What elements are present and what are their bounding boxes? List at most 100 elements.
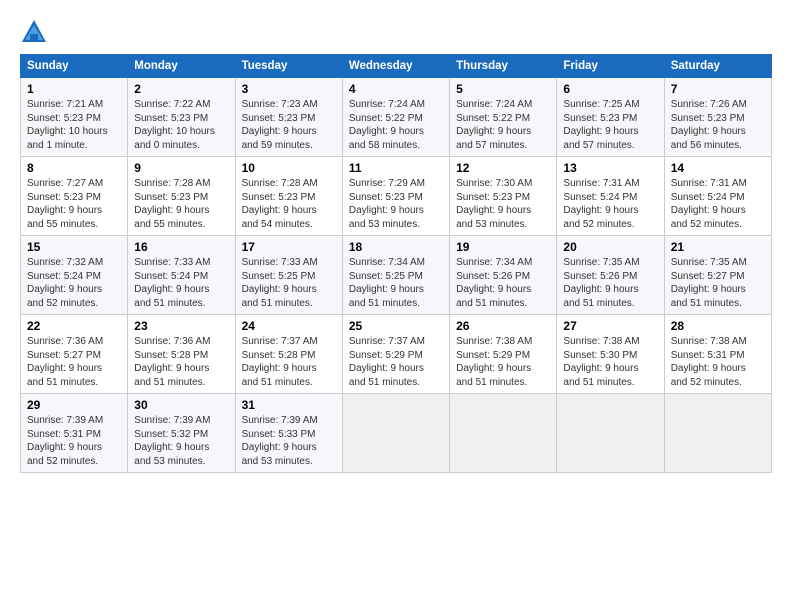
day-number: 6 xyxy=(563,82,657,96)
day-number: 12 xyxy=(456,161,550,175)
day-number: 2 xyxy=(134,82,228,96)
day-number: 7 xyxy=(671,82,765,96)
week-row-4: 22 Sunrise: 7:36 AM Sunset: 5:27 PM Dayli… xyxy=(21,315,772,394)
cell-text: Sunrise: 7:31 AM Sunset: 5:24 PM Dayligh… xyxy=(563,177,657,231)
calendar-table: SundayMondayTuesdayWednesdayThursdayFrid… xyxy=(20,54,772,473)
calendar-header: SundayMondayTuesdayWednesdayThursdayFrid… xyxy=(21,55,772,78)
calendar-cell: 3 Sunrise: 7:23 AM Sunset: 5:23 PM Daylig… xyxy=(235,78,342,157)
day-number: 15 xyxy=(27,240,121,254)
cell-text: Sunrise: 7:33 AM Sunset: 5:25 PM Dayligh… xyxy=(242,256,336,310)
calendar-cell: 24Sunrise: 7:37 AM Sunset: 5:28 PM Dayli… xyxy=(235,315,342,394)
calendar-cell: 6 Sunrise: 7:25 AM Sunset: 5:23 PM Daylig… xyxy=(557,78,664,157)
calendar-cell: 1 Sunrise: 7:21 AM Sunset: 5:23 PM Daylig… xyxy=(21,78,128,157)
calendar-cell: 20 Sunrise: 7:35 AM Sunset: 5:26 PM Dayli… xyxy=(557,236,664,315)
cell-text: Sunrise: 7:38 AM Sunset: 5:29 PM Dayligh… xyxy=(456,335,550,389)
day-number: 5 xyxy=(456,82,550,96)
cell-text: Sunrise: 7:35 AM Sunset: 5:26 PM Dayligh… xyxy=(563,256,657,310)
calendar-cell: 8 Sunrise: 7:27 AM Sunset: 5:23 PM Daylig… xyxy=(21,157,128,236)
day-number: 26 xyxy=(456,319,550,333)
cell-text: Sunrise: 7:38 AM Sunset: 5:31 PM Dayligh… xyxy=(671,335,765,389)
day-number: 10 xyxy=(242,161,336,175)
cell-text: Sunrise: 7:22 AM Sunset: 5:23 PM Dayligh… xyxy=(134,98,228,152)
day-number: 13 xyxy=(563,161,657,175)
calendar-cell: 16Sunrise: 7:33 AM Sunset: 5:24 PM Dayli… xyxy=(128,236,235,315)
calendar-cell xyxy=(557,394,664,473)
calendar-cell: 15Sunrise: 7:32 AM Sunset: 5:24 PM Dayli… xyxy=(21,236,128,315)
cell-text: Sunrise: 7:36 AM Sunset: 5:27 PM Dayligh… xyxy=(27,335,121,389)
week-row-5: 29Sunrise: 7:39 AM Sunset: 5:31 PM Dayli… xyxy=(21,394,772,473)
page: SundayMondayTuesdayWednesdayThursdayFrid… xyxy=(0,0,792,483)
cell-text: Sunrise: 7:23 AM Sunset: 5:23 PM Dayligh… xyxy=(242,98,336,152)
day-number: 4 xyxy=(349,82,443,96)
cell-text: Sunrise: 7:25 AM Sunset: 5:23 PM Dayligh… xyxy=(563,98,657,152)
day-number: 19 xyxy=(456,240,550,254)
calendar-cell: 11 Sunrise: 7:29 AM Sunset: 5:23 PM Dayli… xyxy=(342,157,449,236)
calendar-cell: 29Sunrise: 7:39 AM Sunset: 5:31 PM Dayli… xyxy=(21,394,128,473)
calendar-cell: 4 Sunrise: 7:24 AM Sunset: 5:22 PM Daylig… xyxy=(342,78,449,157)
cell-text: Sunrise: 7:39 AM Sunset: 5:32 PM Dayligh… xyxy=(134,414,228,468)
day-number: 21 xyxy=(671,240,765,254)
cell-text: Sunrise: 7:34 AM Sunset: 5:26 PM Dayligh… xyxy=(456,256,550,310)
header-day-monday: Monday xyxy=(128,55,235,78)
cell-text: Sunrise: 7:37 AM Sunset: 5:28 PM Dayligh… xyxy=(242,335,336,389)
cell-text: Sunrise: 7:24 AM Sunset: 5:22 PM Dayligh… xyxy=(349,98,443,152)
day-number: 30 xyxy=(134,398,228,412)
header xyxy=(20,18,772,46)
cell-text: Sunrise: 7:37 AM Sunset: 5:29 PM Dayligh… xyxy=(349,335,443,389)
header-day-wednesday: Wednesday xyxy=(342,55,449,78)
day-number: 31 xyxy=(242,398,336,412)
calendar-cell: 19 Sunrise: 7:34 AM Sunset: 5:26 PM Dayli… xyxy=(450,236,557,315)
cell-text: Sunrise: 7:28 AM Sunset: 5:23 PM Dayligh… xyxy=(242,177,336,231)
calendar-cell: 22 Sunrise: 7:36 AM Sunset: 5:27 PM Dayli… xyxy=(21,315,128,394)
calendar-cell: 21 Sunrise: 7:35 AM Sunset: 5:27 PM Dayli… xyxy=(664,236,771,315)
header-day-friday: Friday xyxy=(557,55,664,78)
week-row-3: 15Sunrise: 7:32 AM Sunset: 5:24 PM Dayli… xyxy=(21,236,772,315)
day-number: 3 xyxy=(242,82,336,96)
week-row-1: 1 Sunrise: 7:21 AM Sunset: 5:23 PM Daylig… xyxy=(21,78,772,157)
calendar-cell: 27 Sunrise: 7:38 AM Sunset: 5:30 PM Dayli… xyxy=(557,315,664,394)
cell-text: Sunrise: 7:34 AM Sunset: 5:25 PM Dayligh… xyxy=(349,256,443,310)
header-row: SundayMondayTuesdayWednesdayThursdayFrid… xyxy=(21,55,772,78)
day-number: 28 xyxy=(671,319,765,333)
calendar-cell: 26 Sunrise: 7:38 AM Sunset: 5:29 PM Dayli… xyxy=(450,315,557,394)
header-day-thursday: Thursday xyxy=(450,55,557,78)
cell-text: Sunrise: 7:39 AM Sunset: 5:31 PM Dayligh… xyxy=(27,414,121,468)
day-number: 8 xyxy=(27,161,121,175)
calendar-cell: 28 Sunrise: 7:38 AM Sunset: 5:31 PM Dayli… xyxy=(664,315,771,394)
day-number: 22 xyxy=(27,319,121,333)
calendar-cell: 10 Sunrise: 7:28 AM Sunset: 5:23 PM Dayli… xyxy=(235,157,342,236)
day-number: 14 xyxy=(671,161,765,175)
cell-text: Sunrise: 7:38 AM Sunset: 5:30 PM Dayligh… xyxy=(563,335,657,389)
day-number: 25 xyxy=(349,319,443,333)
calendar-cell: 17 Sunrise: 7:33 AM Sunset: 5:25 PM Dayli… xyxy=(235,236,342,315)
cell-text: Sunrise: 7:29 AM Sunset: 5:23 PM Dayligh… xyxy=(349,177,443,231)
cell-text: Sunrise: 7:27 AM Sunset: 5:23 PM Dayligh… xyxy=(27,177,121,231)
calendar-body: 1 Sunrise: 7:21 AM Sunset: 5:23 PM Daylig… xyxy=(21,78,772,473)
calendar-cell: 7 Sunrise: 7:26 AM Sunset: 5:23 PM Daylig… xyxy=(664,78,771,157)
week-row-2: 8 Sunrise: 7:27 AM Sunset: 5:23 PM Daylig… xyxy=(21,157,772,236)
header-day-tuesday: Tuesday xyxy=(235,55,342,78)
day-number: 1 xyxy=(27,82,121,96)
day-number: 17 xyxy=(242,240,336,254)
header-day-saturday: Saturday xyxy=(664,55,771,78)
day-number: 23 xyxy=(134,319,228,333)
calendar-cell: 18Sunrise: 7:34 AM Sunset: 5:25 PM Dayli… xyxy=(342,236,449,315)
calendar-cell: 2 Sunrise: 7:22 AM Sunset: 5:23 PM Daylig… xyxy=(128,78,235,157)
calendar-cell xyxy=(342,394,449,473)
cell-text: Sunrise: 7:39 AM Sunset: 5:33 PM Dayligh… xyxy=(242,414,336,468)
calendar-cell: 25 Sunrise: 7:37 AM Sunset: 5:29 PM Dayli… xyxy=(342,315,449,394)
cell-text: Sunrise: 7:26 AM Sunset: 5:23 PM Dayligh… xyxy=(671,98,765,152)
day-number: 20 xyxy=(563,240,657,254)
calendar-cell xyxy=(450,394,557,473)
day-number: 11 xyxy=(349,161,443,175)
cell-text: Sunrise: 7:21 AM Sunset: 5:23 PM Dayligh… xyxy=(27,98,121,152)
cell-text: Sunrise: 7:35 AM Sunset: 5:27 PM Dayligh… xyxy=(671,256,765,310)
cell-text: Sunrise: 7:24 AM Sunset: 5:22 PM Dayligh… xyxy=(456,98,550,152)
calendar-cell: 30 Sunrise: 7:39 AM Sunset: 5:32 PM Dayli… xyxy=(128,394,235,473)
calendar-cell: 9Sunrise: 7:28 AM Sunset: 5:23 PM Daylig… xyxy=(128,157,235,236)
calendar-cell xyxy=(664,394,771,473)
day-number: 27 xyxy=(563,319,657,333)
cell-text: Sunrise: 7:36 AM Sunset: 5:28 PM Dayligh… xyxy=(134,335,228,389)
calendar-cell: 14Sunrise: 7:31 AM Sunset: 5:24 PM Dayli… xyxy=(664,157,771,236)
calendar-cell: 5 Sunrise: 7:24 AM Sunset: 5:22 PM Daylig… xyxy=(450,78,557,157)
